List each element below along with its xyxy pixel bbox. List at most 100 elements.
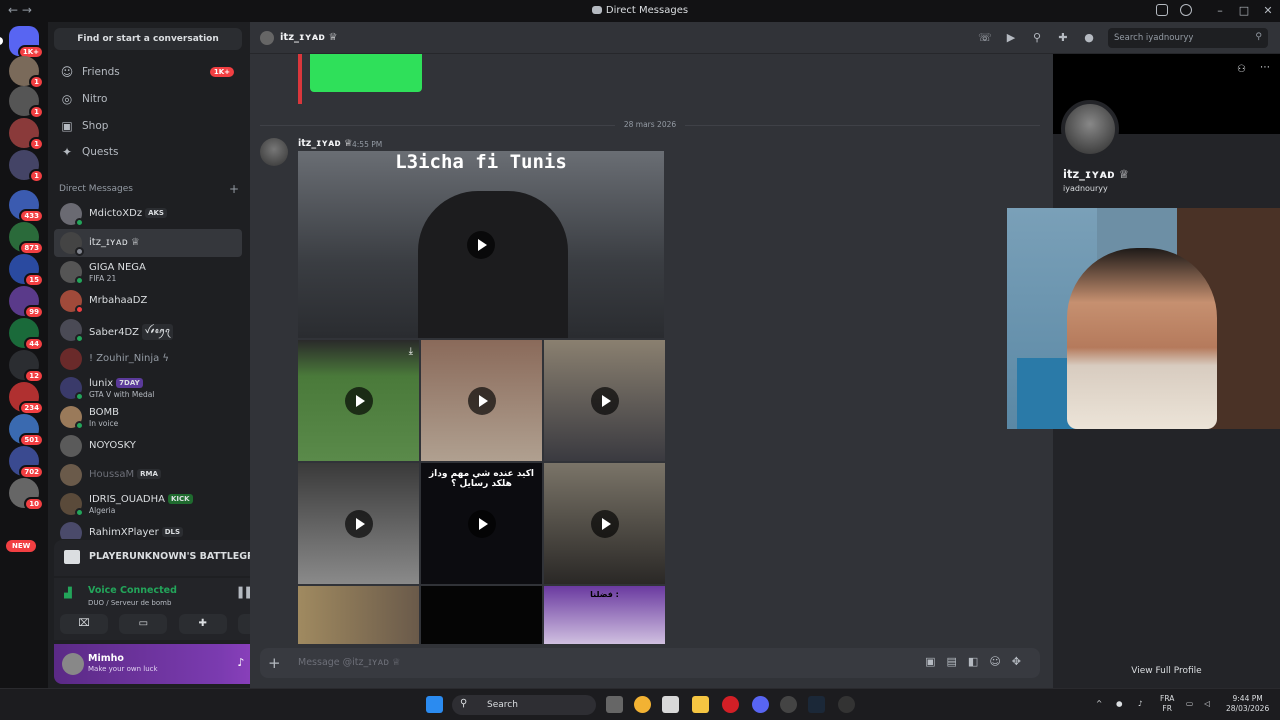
opera-gx-icon[interactable] xyxy=(722,696,739,713)
discord-icon[interactable] xyxy=(752,696,769,713)
dm-avatar-2[interactable]: 1 xyxy=(9,86,44,119)
play-icon[interactable] xyxy=(344,509,373,538)
tray-mic-icon[interactable]: ♪ xyxy=(1138,699,1143,709)
create-dm-plus-icon[interactable]: + xyxy=(229,182,239,196)
video-call-icon[interactable]: ▶ xyxy=(1004,31,1018,45)
app-icon[interactable] xyxy=(838,696,855,713)
dm-item[interactable]: BOMB In voice xyxy=(54,403,242,431)
server-icon-9[interactable]: 702 xyxy=(9,446,44,479)
nav-shop[interactable]: ▣ Shop xyxy=(54,114,242,138)
dm-item[interactable]: ! Zouhir_Ninja ϟ xyxy=(54,345,242,373)
screen-share-button[interactable]: ▭ xyxy=(119,614,168,634)
maximize-button[interactable]: □ xyxy=(1232,0,1256,22)
microphone-icon[interactable]: ♪ xyxy=(237,656,250,669)
help-icon[interactable] xyxy=(1180,4,1192,16)
more-options-icon[interactable]: ⋯ xyxy=(1260,62,1270,73)
voice-call-icon[interactable]: ☏ xyxy=(978,31,992,45)
pin-icon[interactable]: ⚲ xyxy=(1030,31,1044,45)
video-attachment[interactable] xyxy=(298,586,419,644)
video-attachment[interactable] xyxy=(544,463,665,584)
dm-item-active[interactable]: itz_ɪʏᴀᴅ ♕ xyxy=(54,229,242,257)
camera-off-button[interactable]: ⌧ xyxy=(60,614,108,634)
nav-nitro[interactable]: ◎ Nitro xyxy=(54,87,242,111)
gif-icon[interactable]: ▤ xyxy=(947,655,968,668)
view-full-profile-link[interactable]: View Full Profile xyxy=(1053,666,1280,676)
steam-icon[interactable] xyxy=(808,696,825,713)
video-attachment[interactable] xyxy=(421,586,542,644)
server-icon-5[interactable]: 44 xyxy=(9,318,44,351)
app-icon[interactable] xyxy=(662,696,679,713)
network-icon[interactable]: ▭ xyxy=(1186,699,1193,709)
video-attachment[interactable]: فضلنا : xyxy=(544,586,665,644)
dm-item[interactable]: NOYOSKY xyxy=(54,432,242,460)
server-icon-8[interactable]: 501 xyxy=(9,414,44,447)
message-avatar[interactable] xyxy=(260,138,288,166)
play-icon[interactable] xyxy=(344,386,373,415)
dm-item[interactable]: MdictoXDz AKS xyxy=(54,200,242,228)
search-input[interactable]: Search iyadnouryy ⚲ xyxy=(1108,28,1268,48)
user-avatar[interactable] xyxy=(62,653,84,675)
app-icon[interactable] xyxy=(780,696,797,713)
volume-icon[interactable]: ◁ xyxy=(1204,699,1210,709)
nav-friends[interactable]: ☺ Friends 1K+ xyxy=(54,60,242,84)
video-attachment[interactable] xyxy=(298,463,419,584)
play-icon[interactable] xyxy=(467,509,496,538)
video-attachment[interactable]: اكيد عنده شي مهم وداز هلكد رسايل ؟ xyxy=(421,463,542,584)
server-icon-6[interactable]: 12 xyxy=(9,350,44,383)
language-indicator[interactable]: FRA FR xyxy=(1160,694,1174,714)
clock[interactable]: 9:44 PM 28/03/2026 xyxy=(1226,694,1269,714)
user-profile-icon[interactable]: ● xyxy=(1082,31,1096,45)
attach-plus-icon[interactable]: + xyxy=(268,654,281,672)
download-icon[interactable]: ⤓ xyxy=(409,346,413,357)
minimize-button[interactable]: – xyxy=(1208,0,1232,22)
dm-item[interactable]: lunix 7DAY GTA V with Medal xyxy=(54,374,242,402)
discord-home-button[interactable]: 1K+ xyxy=(0,26,44,59)
dm-avatar-4[interactable]: 1 xyxy=(9,150,44,183)
new-pill[interactable]: NEW xyxy=(6,540,37,552)
nav-quests[interactable]: ✦ Quests xyxy=(54,140,242,164)
server-icon-1[interactable]: 433 xyxy=(9,190,44,223)
previous-image-attachment[interactable] xyxy=(298,54,422,104)
find-conversation-button[interactable]: Find or start a conversation xyxy=(54,28,242,50)
chrome-icon[interactable] xyxy=(634,696,651,713)
file-explorer-icon[interactable] xyxy=(692,696,709,713)
inbox-icon[interactable] xyxy=(1156,4,1168,16)
video-attachment[interactable]: ⤓ xyxy=(298,340,419,461)
add-friend-icon[interactable]: ⚇ xyxy=(1237,64,1246,75)
close-button[interactable]: ✕ xyxy=(1256,0,1280,22)
video-attachment[interactable] xyxy=(544,340,665,461)
dm-item[interactable]: IDRIS_OUADHA KICK Algeria xyxy=(54,490,242,518)
taskbar-search[interactable]: ⚲ Search xyxy=(452,695,596,715)
sticker-icon[interactable]: ◧ xyxy=(968,655,989,668)
task-view-icon[interactable] xyxy=(606,696,623,713)
server-icon-3[interactable]: 15 xyxy=(9,254,44,287)
dm-item[interactable]: MrbahaaDZ xyxy=(54,287,242,315)
tray-chevron-icon[interactable]: ^ xyxy=(1096,699,1102,709)
server-icon-2[interactable]: 873 xyxy=(9,222,44,255)
emoji-icon[interactable]: ☺ xyxy=(989,655,1011,668)
play-icon[interactable] xyxy=(590,509,619,538)
message-input[interactable]: Message @itz_ɪʏᴀᴅ ♕ xyxy=(298,657,401,668)
video-attachment[interactable] xyxy=(421,340,542,461)
dm-avatar-3[interactable]: 1 xyxy=(9,118,44,151)
video-attachment[interactable]: L3icha fi Tunis xyxy=(298,151,664,338)
play-icon[interactable] xyxy=(467,386,496,415)
server-icon-4[interactable]: 99 xyxy=(9,286,44,319)
message-author[interactable]: itz_ɪʏᴀᴅ ♕ xyxy=(298,138,353,149)
play-icon[interactable] xyxy=(467,230,495,259)
dm-item[interactable]: Saber4DZ ꪜ⸙ꫀꪑꪖ xyxy=(54,316,242,344)
apps-icon[interactable]: ✥ xyxy=(1012,655,1032,668)
server-icon-7[interactable]: 234 xyxy=(9,382,44,415)
dm-item[interactable]: RahimXPlayer DLS xyxy=(54,519,242,539)
dm-avatar-1[interactable]: 1 xyxy=(9,56,44,89)
gift-icon[interactable]: ▣ xyxy=(925,655,946,668)
message-composer[interactable]: + Message @itz_ɪʏᴀᴅ ♕ ▣▤◧☺✥ xyxy=(260,648,1040,678)
add-friends-icon[interactable]: ✚ xyxy=(1056,31,1070,45)
dm-item[interactable]: GIGA NEGA FIFA 21 xyxy=(54,258,242,286)
tray-app-icon[interactable]: ● xyxy=(1116,699,1123,709)
dm-item[interactable]: HoussaM RMA xyxy=(54,461,242,489)
profile-avatar[interactable] xyxy=(1061,100,1119,158)
activities-button[interactable]: ✚ xyxy=(178,614,227,634)
server-icon-10[interactable]: 10 xyxy=(9,478,44,511)
windows-start-icon[interactable] xyxy=(426,696,443,713)
